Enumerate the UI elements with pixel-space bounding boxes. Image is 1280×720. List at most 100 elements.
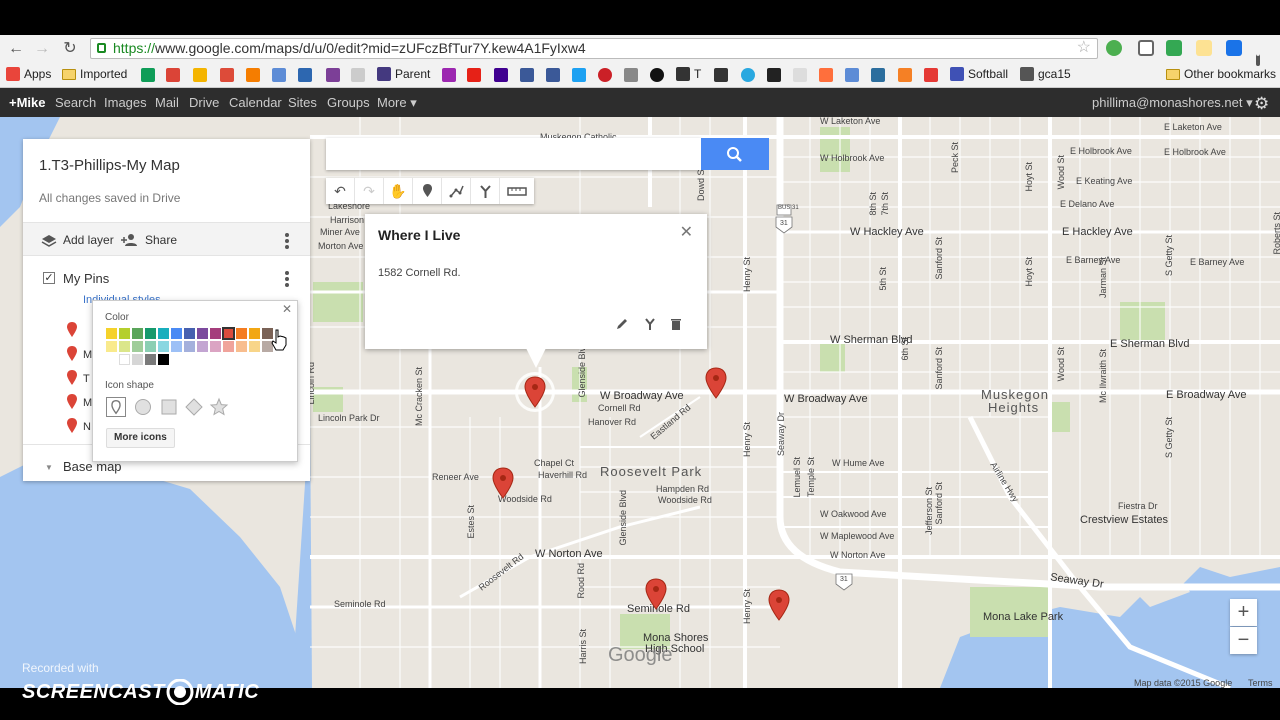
add-marker-icon[interactable]	[413, 178, 442, 204]
color-swatch[interactable]	[223, 341, 234, 352]
color-swatch[interactable]	[145, 354, 156, 365]
search-button[interactable]	[701, 138, 769, 170]
add-layer-button[interactable]: Add layer	[41, 233, 114, 247]
bookmark-gca15[interactable]: gca15	[1020, 67, 1071, 81]
map-pin[interactable]	[492, 467, 514, 499]
reload-icon[interactable]: ↻	[60, 39, 80, 59]
map-pin[interactable]	[645, 578, 667, 610]
gbar-mail[interactable]: Mail	[155, 95, 179, 110]
pin-list-item[interactable]: M	[83, 349, 92, 361]
pin-list-icon[interactable]	[67, 418, 77, 433]
color-swatch[interactable]	[106, 328, 117, 339]
menu-icon[interactable]	[1256, 40, 1260, 56]
color-swatch[interactable]	[106, 341, 117, 352]
color-swatch[interactable]	[158, 341, 169, 352]
bookmark-icon[interactable]	[326, 68, 340, 82]
address-bar[interactable]: https://www.google.com/maps/d/u/0/edit?m…	[90, 38, 1098, 59]
bookmark-icon[interactable]	[442, 68, 456, 82]
color-swatch[interactable]	[197, 328, 208, 339]
facebook-icon[interactable]	[520, 68, 534, 82]
twitter-icon[interactable]	[572, 68, 586, 82]
bookmark-icon[interactable]	[546, 68, 560, 82]
extension-icon[interactable]	[1106, 40, 1122, 56]
redo-icon[interactable]: ↷	[355, 178, 384, 204]
color-swatch[interactable]	[132, 354, 143, 365]
color-swatch[interactable]	[249, 341, 260, 352]
bookmark-icon[interactable]	[793, 68, 807, 82]
bookmark-icon[interactable]	[819, 68, 833, 82]
gear-icon[interactable]: ⚙	[1254, 94, 1269, 114]
color-swatch[interactable]	[236, 328, 247, 339]
color-swatch[interactable]	[145, 328, 156, 339]
gbar-more[interactable]: More ▾	[377, 95, 417, 111]
sheets-icon[interactable]	[141, 68, 155, 82]
color-swatch[interactable]	[236, 341, 247, 352]
bookmark-icon[interactable]	[845, 68, 859, 82]
extension-icon[interactable]	[1166, 40, 1182, 56]
bookmark-other[interactable]: Other bookmarks	[1166, 67, 1276, 81]
bookmark-icon[interactable]	[741, 68, 755, 82]
drive-icon[interactable]	[193, 68, 207, 82]
color-swatch[interactable]	[222, 327, 235, 340]
blogger-icon[interactable]	[246, 68, 260, 82]
color-swatch[interactable]	[197, 341, 208, 352]
extension-icon[interactable]	[1196, 40, 1212, 56]
bookmark-t[interactable]: T	[676, 67, 701, 81]
color-swatch[interactable]	[119, 354, 130, 365]
gbar-sites[interactable]: Sites	[288, 95, 317, 110]
circle-shape-icon[interactable]	[133, 397, 153, 417]
extension-icon[interactable]	[1226, 40, 1242, 56]
account-menu[interactable]: phillima@monashores.net ▾	[1092, 95, 1253, 111]
layer-options-icon[interactable]	[285, 271, 289, 289]
pin-list-icon[interactable]	[67, 346, 77, 361]
color-swatch[interactable]	[119, 328, 130, 339]
bookmark-softball[interactable]: Softball	[950, 67, 1008, 81]
zoom-in-button[interactable]: +	[1230, 599, 1257, 626]
bookmark-icon[interactable]	[624, 68, 638, 82]
directions-icon[interactable]	[643, 317, 657, 331]
color-swatch[interactable]	[158, 354, 169, 365]
gbar-groups[interactable]: Groups	[327, 95, 370, 110]
more-options-icon[interactable]	[285, 233, 289, 251]
yahoo-icon[interactable]	[494, 68, 508, 82]
color-swatch[interactable]	[132, 328, 143, 339]
pin-list-icon[interactable]	[67, 394, 77, 409]
gbar-calendar[interactable]: Calendar	[229, 95, 282, 110]
pin-list-icon[interactable]	[67, 322, 77, 337]
layer-name[interactable]: My Pins	[63, 271, 109, 286]
color-swatch[interactable]	[184, 341, 195, 352]
diamond-shape-icon[interactable]	[184, 397, 204, 417]
map-pin[interactable]	[768, 589, 790, 621]
share-button[interactable]: Share	[121, 233, 177, 247]
star-shape-icon[interactable]	[209, 397, 229, 417]
pinterest-icon[interactable]	[598, 68, 612, 82]
gbar-plus-mike[interactable]: +Mike	[9, 95, 46, 110]
map-search-input[interactable]	[326, 138, 701, 170]
color-swatch[interactable]	[158, 328, 169, 339]
forward-icon[interactable]: →	[32, 39, 52, 59]
wordpress-icon[interactable]	[272, 68, 286, 82]
bookmark-imported[interactable]: Imported	[62, 67, 127, 81]
back-icon[interactable]: ←	[6, 39, 26, 59]
layer-visibility-checkbox[interactable]: ✓	[43, 272, 55, 284]
pin-list-item[interactable]: N	[83, 421, 91, 433]
bookmark-icon[interactable]	[714, 68, 728, 82]
pin-list-item[interactable]: T	[83, 373, 90, 385]
color-swatch[interactable]	[171, 341, 182, 352]
color-swatch[interactable]	[119, 341, 130, 352]
undo-icon[interactable]: ↶	[326, 178, 355, 204]
map-title[interactable]: 1.T3-Phillips-My Map	[39, 157, 180, 174]
gbar-drive[interactable]: Drive	[189, 95, 219, 110]
more-icons-button[interactable]: More icons	[106, 428, 175, 448]
gbar-search[interactable]: Search	[55, 95, 96, 110]
edit-pencil-icon[interactable]	[615, 317, 629, 331]
ruler-icon[interactable]	[500, 178, 534, 204]
bookmark-icon[interactable]	[767, 68, 781, 82]
bookmark-icon[interactable]	[351, 68, 365, 82]
chevron-down-icon[interactable]: ▼	[45, 463, 53, 472]
zoom-out-button[interactable]: −	[1230, 627, 1257, 654]
color-swatch[interactable]	[184, 328, 195, 339]
color-swatch[interactable]	[210, 328, 221, 339]
bookmark-apps[interactable]: Apps	[6, 67, 51, 81]
close-icon[interactable]: ✕	[680, 222, 693, 242]
